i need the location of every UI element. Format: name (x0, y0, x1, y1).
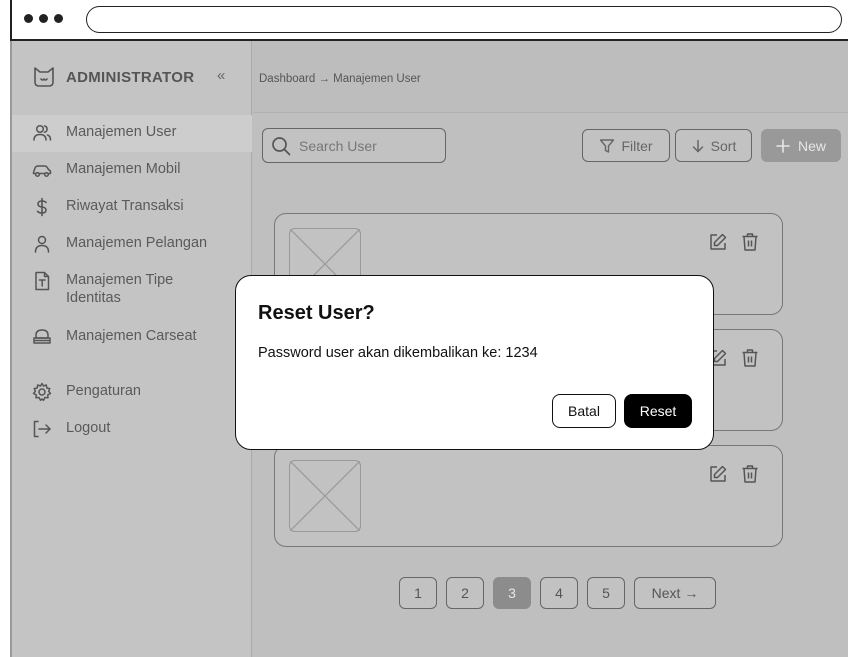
collapse-sidebar-icon[interactable]: « (217, 67, 225, 84)
window-edge (10, 0, 12, 44)
page-3-button[interactable]: 3 (493, 577, 531, 609)
card-actions (708, 464, 760, 484)
sidebar-item-manajemen-user[interactable]: Manajemen User (12, 115, 252, 152)
sidebar-item-label: Logout (66, 420, 111, 436)
reset-user-dialog: Reset User? Password user akan dikembali… (235, 275, 714, 450)
plus-icon (776, 138, 790, 153)
pagination: 1 2 3 4 5 Next → (399, 577, 716, 609)
search-input[interactable]: Search User (262, 128, 446, 163)
sidebar-item-label: Riwayat Transaksi (66, 198, 184, 214)
sidebar-item-pengaturan[interactable]: Pengaturan (12, 374, 252, 411)
window-dot[interactable] (39, 14, 48, 23)
page-1-button[interactable]: 1 (399, 577, 437, 609)
image-placeholder (289, 460, 361, 532)
cat-logo-icon (34, 67, 54, 87)
reset-button[interactable]: Reset (624, 394, 692, 428)
window-controls (24, 14, 63, 23)
brand-name: ADMINISTRATOR (66, 69, 195, 86)
sidebar-item-manajemen-pelangan[interactable]: Manajemen Pelangan (12, 226, 252, 263)
trash-icon[interactable] (740, 464, 760, 484)
top-bar: Dashboard → Manajemen User (253, 41, 848, 113)
sidebar-item-logout[interactable]: Logout (12, 411, 252, 448)
sidebar-item-manajemen-tipe-identitas[interactable]: Manajemen Tipe Identitas (12, 263, 252, 319)
users-icon (33, 124, 52, 141)
filter-icon (600, 138, 615, 153)
card-actions (708, 232, 760, 252)
user-icon (34, 235, 50, 253)
arrow-down-icon (692, 139, 703, 152)
dialog-message: Password user akan dikembalikan ke: 1234 (258, 345, 538, 361)
address-bar[interactable] (86, 6, 842, 33)
sidebar-item-label: Manajemen Carseat (66, 328, 197, 344)
id-card-icon (35, 271, 50, 291)
breadcrumb[interactable]: Dashboard → Manajemen User (259, 73, 421, 85)
sidebar-item-label: Manajemen Mobil (66, 161, 181, 177)
filter-label: Filter (621, 137, 653, 154)
sidebar-item-manajemen-mobil[interactable]: Manajemen Mobil (12, 152, 252, 189)
new-label: New (797, 137, 826, 154)
filter-button[interactable]: Filter (582, 129, 670, 162)
sidebar-item-label: Pengaturan (66, 383, 141, 399)
cancel-button[interactable]: Batal (552, 394, 616, 428)
sidebar-nav: Manajemen User Manajemen Mobil Riwayat T… (12, 115, 252, 448)
window-dot[interactable] (54, 14, 63, 23)
new-user-button[interactable]: New (761, 129, 841, 162)
sidebar-item-label: Manajemen Pelangan (66, 235, 208, 251)
browser-chrome (0, 0, 848, 44)
page-4-button[interactable]: 4 (540, 577, 578, 609)
logout-icon (33, 420, 51, 438)
sort-label: Sort (710, 137, 737, 154)
edit-icon[interactable] (708, 464, 728, 484)
page-2-button[interactable]: 2 (446, 577, 484, 609)
sidebar-item-label: Manajemen User (66, 124, 177, 140)
search-icon (272, 136, 291, 155)
dollar-icon (36, 197, 47, 217)
sidebar-item-manajemen-carseat[interactable]: Manajemen Carseat (12, 319, 252, 356)
trash-icon[interactable] (740, 232, 760, 252)
trash-icon[interactable] (740, 348, 760, 368)
car-icon (32, 165, 52, 178)
sidebar-item-label: Manajemen Tipe Identitas (66, 272, 174, 306)
sidebar-item-riwayat-transaksi[interactable]: Riwayat Transaksi (12, 189, 252, 226)
card-actions (708, 348, 760, 368)
sidebar-brand: ADMINISTRATOR « (12, 41, 252, 113)
page-5-button[interactable]: 5 (587, 577, 625, 609)
dialog-title: Reset User? (258, 302, 375, 324)
edit-icon[interactable] (708, 232, 728, 252)
carseat-icon (33, 329, 51, 344)
window-dot[interactable] (24, 14, 33, 23)
next-page-button[interactable]: Next → (634, 577, 716, 609)
image-placeholder-icon (290, 461, 360, 531)
user-card (274, 445, 783, 547)
gear-icon (32, 382, 52, 402)
sort-button[interactable]: Sort (675, 129, 752, 162)
sidebar: ADMINISTRATOR « Manajemen User Manajemen… (12, 41, 252, 657)
search-placeholder: Search User (299, 137, 377, 154)
